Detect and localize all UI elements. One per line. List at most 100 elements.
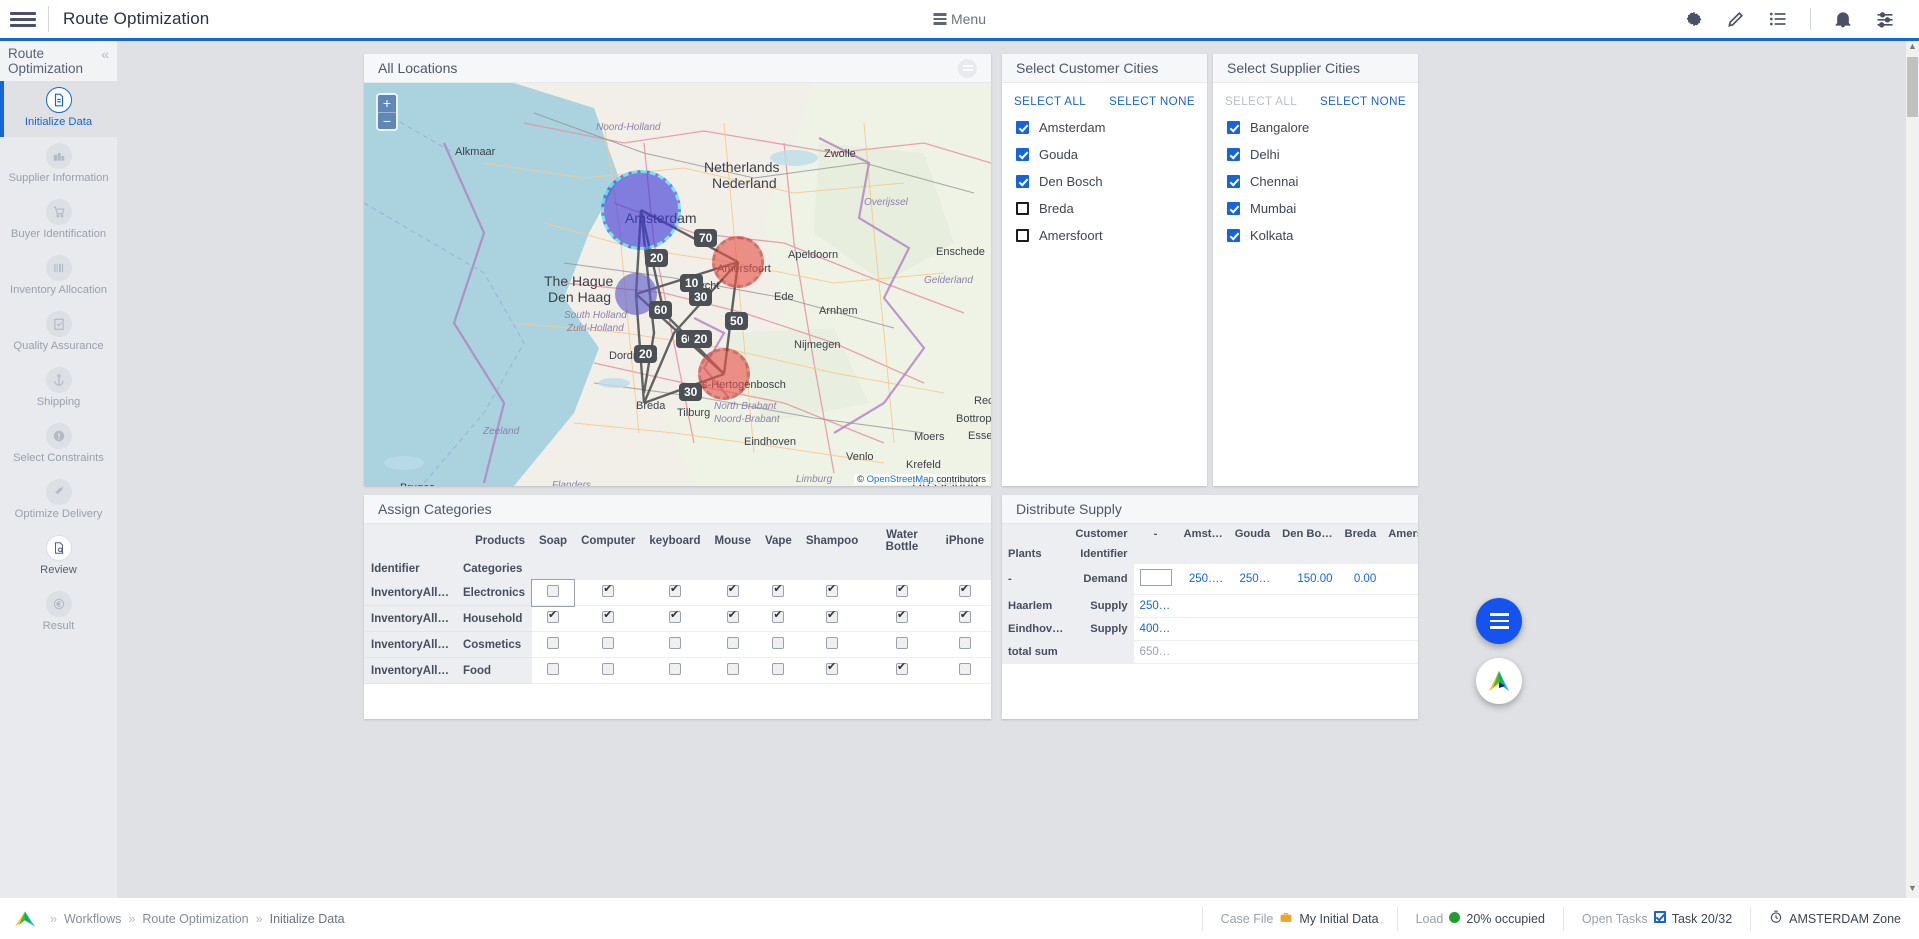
ac-cell[interactable] (574, 580, 642, 606)
customer-select-all-link[interactable]: SELECT ALL (1014, 95, 1086, 108)
sidebar-collapse-icon[interactable]: « (101, 46, 109, 81)
demand-input[interactable] (1140, 569, 1172, 586)
ds-empty-cell[interactable] (1229, 641, 1276, 664)
ac-cell[interactable] (939, 632, 991, 658)
ac-cell[interactable] (642, 632, 707, 658)
ac-checkbox[interactable] (772, 637, 784, 649)
customer-city-row[interactable]: Amersfoort (1002, 222, 1207, 249)
ac-cell[interactable] (532, 658, 574, 684)
ds-empty-cell[interactable] (1229, 618, 1276, 641)
supplier-city-checkbox[interactable] (1227, 175, 1240, 188)
ac-cell[interactable] (799, 580, 865, 606)
ac-cell[interactable] (642, 658, 707, 684)
ds-value-cell[interactable]: 250… (1134, 595, 1178, 618)
ac-checkbox[interactable] (727, 585, 739, 597)
ds-value-cell[interactable]: 400… (1134, 618, 1178, 641)
breadcrumb-item[interactable]: Workflows (64, 912, 121, 926)
ac-checkbox[interactable] (669, 663, 681, 675)
customer-city-row[interactable]: Breda (1002, 195, 1207, 222)
ac-checkbox[interactable] (826, 611, 838, 623)
bell-icon[interactable] (1833, 9, 1853, 29)
ds-empty-cell[interactable] (1382, 641, 1418, 664)
breadcrumb-item[interactable]: Route Optimization (142, 912, 248, 926)
ac-checkbox[interactable] (896, 611, 908, 623)
customer-city-checkbox[interactable] (1016, 175, 1029, 188)
ds-empty-cell[interactable] (1382, 595, 1418, 618)
route-value-badge[interactable]: 30 (689, 288, 712, 306)
ac-checkbox[interactable] (959, 585, 971, 597)
ac-cell[interactable] (758, 632, 799, 658)
ac-cell[interactable] (799, 606, 865, 632)
ds-empty-cell[interactable] (1229, 595, 1276, 618)
sidebar-item-select-constraints[interactable]: Select Constraints (0, 417, 117, 473)
gear-icon[interactable] (1684, 9, 1704, 29)
ac-checkbox[interactable] (602, 637, 614, 649)
ac-checkbox[interactable] (602, 611, 614, 623)
ds-empty-cell[interactable] (1382, 618, 1418, 641)
table-row[interactable]: -Demand250….250…150.000.000.00650…. (1002, 564, 1418, 595)
route-value-badge[interactable]: 20 (689, 330, 712, 348)
sidebar-item-result[interactable]: Result (0, 585, 117, 641)
route-value-badge[interactable]: 20 (634, 345, 657, 363)
ac-cell[interactable] (574, 658, 642, 684)
ds-value-cell[interactable]: 0.00 (1382, 564, 1418, 595)
ac-cell[interactable] (574, 632, 642, 658)
collapse-icon[interactable] (958, 59, 977, 78)
status-item[interactable]: AMSTERDAM Zone (1750, 907, 1919, 931)
ac-cell[interactable] (532, 606, 574, 632)
map-node-amersfoort[interactable] (712, 236, 764, 288)
scroll-down-arrow[interactable]: ▼ (1906, 883, 1919, 898)
page-scrollbar[interactable]: ▲ ▼ (1906, 41, 1919, 898)
route-value-badge[interactable]: 70 (694, 229, 717, 247)
supplier-city-checkbox[interactable] (1227, 202, 1240, 215)
route-value-badge[interactable]: 30 (679, 383, 702, 401)
ac-cell[interactable] (865, 632, 938, 658)
table-row[interactable]: InventoryAll…Electronics (364, 580, 991, 606)
ds-value-cell[interactable]: 250… (1229, 564, 1276, 595)
ac-checkbox[interactable] (772, 663, 784, 675)
ds-empty-cell[interactable] (1276, 641, 1338, 664)
ac-cell[interactable] (758, 580, 799, 606)
map-node-amsterdam[interactable] (601, 170, 681, 250)
zoom-out-button[interactable]: − (378, 112, 396, 129)
ac-checkbox[interactable] (727, 637, 739, 649)
menu-fab-button[interactable] (1476, 598, 1522, 644)
supplier-city-row[interactable]: Delhi (1213, 141, 1418, 168)
ac-checkbox[interactable] (669, 637, 681, 649)
ac-checkbox[interactable] (669, 585, 681, 597)
ds-value-cell[interactable]: 650… (1134, 641, 1178, 664)
ac-checkbox[interactable] (896, 585, 908, 597)
ac-cell[interactable] (574, 606, 642, 632)
zoom-in-button[interactable]: + (378, 95, 396, 112)
map-node-den-bosch[interactable] (698, 348, 750, 400)
ds-value-cell[interactable]: 250…. (1178, 564, 1229, 595)
list-icon[interactable] (1768, 9, 1788, 29)
ds-empty-cell[interactable] (1178, 618, 1229, 641)
ac-cell[interactable] (708, 580, 758, 606)
status-item[interactable]: Open TasksTask 20/32 (1563, 907, 1750, 931)
ac-checkbox[interactable] (826, 637, 838, 649)
ac-cell[interactable] (939, 606, 991, 632)
ac-checkbox[interactable] (772, 585, 784, 597)
customer-select-none-link[interactable]: SELECT NONE (1109, 95, 1195, 108)
ac-checkbox[interactable] (826, 585, 838, 597)
ac-cell[interactable] (532, 632, 574, 658)
ac-cell[interactable] (799, 632, 865, 658)
ac-checkbox[interactable] (602, 585, 614, 597)
table-row[interactable]: InventoryAll…Household (364, 606, 991, 632)
ac-checkbox[interactable] (772, 611, 784, 623)
supplier-city-row[interactable]: Mumbai (1213, 195, 1418, 222)
ds-input-cell[interactable] (1134, 564, 1178, 595)
ac-cell[interactable] (642, 606, 707, 632)
ac-checkbox[interactable] (896, 663, 908, 675)
ac-checkbox[interactable] (959, 637, 971, 649)
sidebar-item-inventory-allocation[interactable]: Inventory Allocation (0, 249, 117, 305)
sidebar-item-initialize-data[interactable]: Initialize Data (0, 81, 117, 137)
ac-cell[interactable] (939, 580, 991, 606)
ac-checkbox[interactable] (826, 663, 838, 675)
ac-checkbox[interactable] (896, 637, 908, 649)
ac-checkbox[interactable] (959, 663, 971, 675)
sidebar-item-review[interactable]: Review (0, 529, 117, 585)
ac-checkbox[interactable] (727, 611, 739, 623)
supplier-city-row[interactable]: Bangalore (1213, 114, 1418, 141)
